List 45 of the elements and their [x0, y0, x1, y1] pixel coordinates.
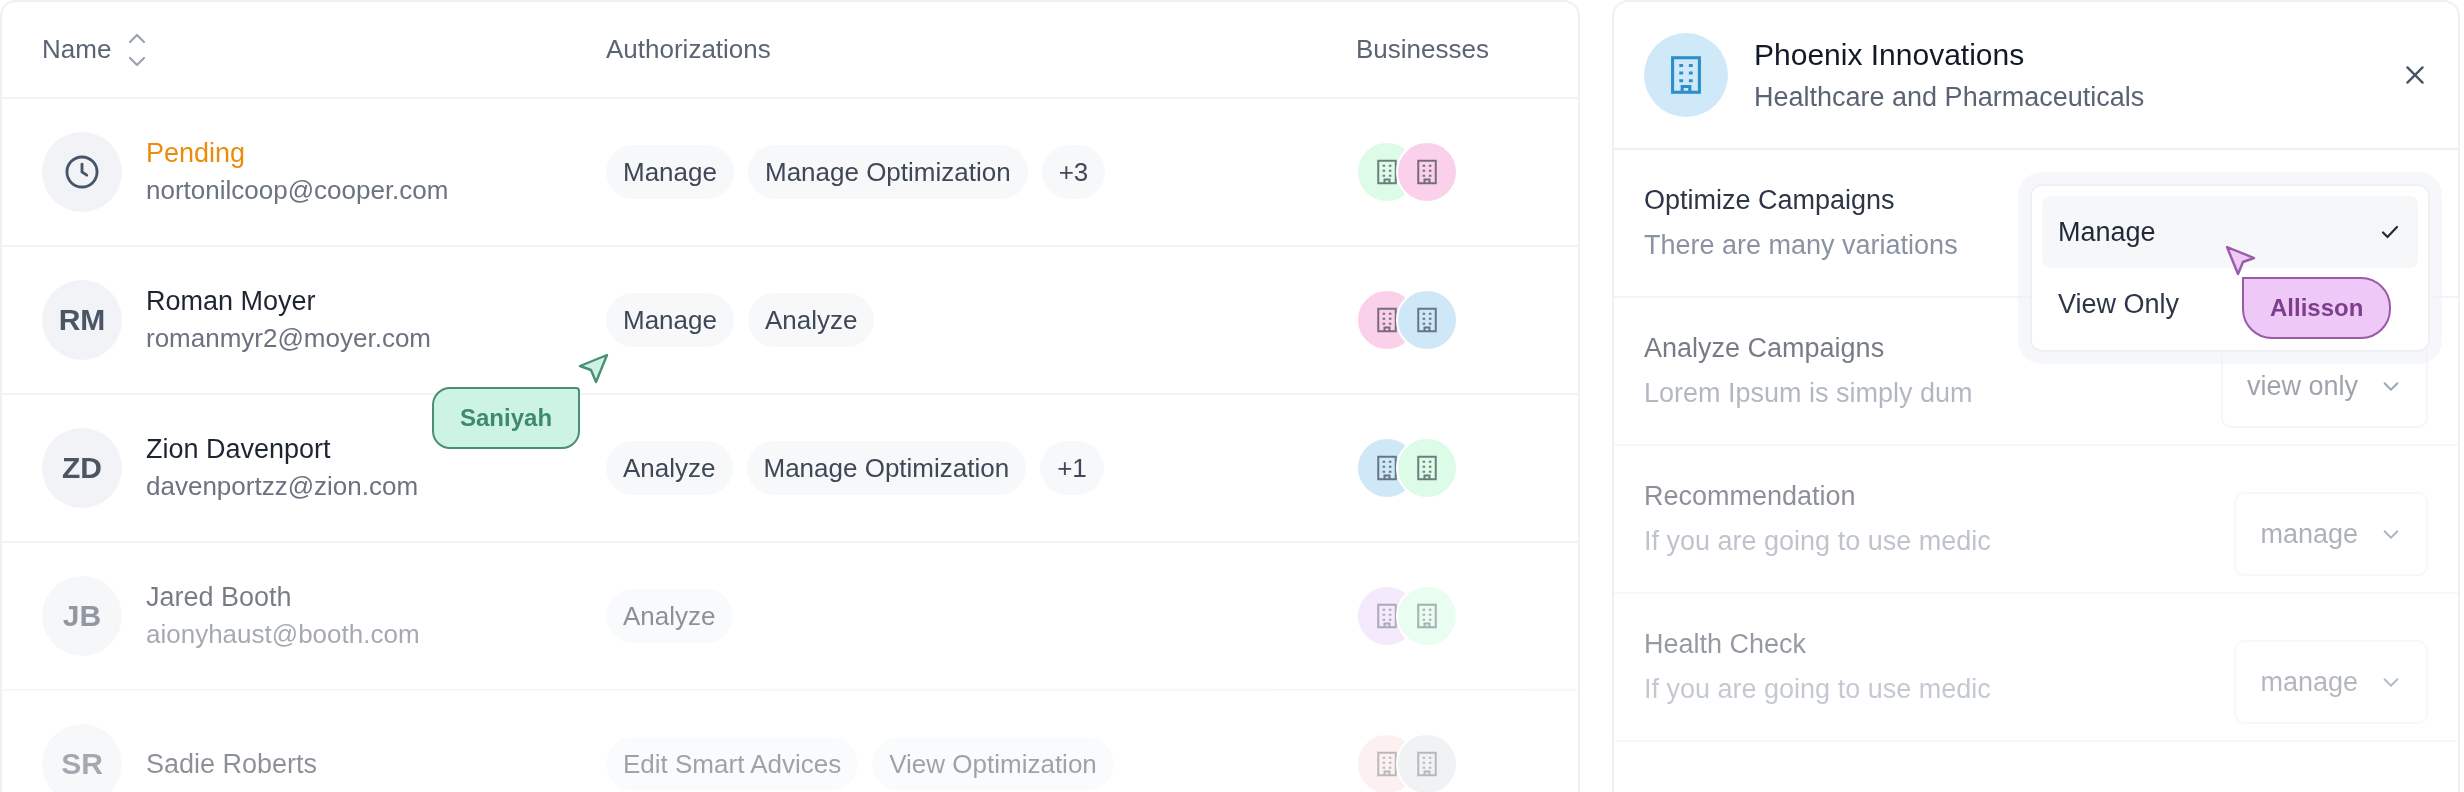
- column-header: Businesses: [1356, 34, 1489, 65]
- user-email: aionyhaust@booth.com: [146, 619, 420, 650]
- authorization-tag: Manage Optimization: [747, 145, 1028, 199]
- authorization-tag: Analyze: [606, 589, 733, 643]
- user-name: Sadie Roberts: [146, 748, 318, 780]
- authorization-tag: +3: [1041, 145, 1106, 199]
- cursor-name-tag: Allisson: [2242, 277, 2392, 339]
- user-name: Roman Moyer: [146, 286, 317, 317]
- permission-title: Optimize Campaigns: [1644, 185, 1896, 216]
- dropdown-option[interactable]: View Only: [2042, 268, 2196, 340]
- cursor-name-tag: Saniyah: [432, 387, 581, 449]
- user-email: nortonilcoop@cooper.com: [146, 175, 449, 206]
- cursor-arrow-icon: [2224, 244, 2258, 278]
- permission-description: If you are going to use medic: [1644, 526, 1991, 557]
- permission-description: Lorem Ipsum is simply dum: [1644, 378, 1973, 409]
- avatar-initials: SR: [42, 724, 122, 792]
- column-header: Authorizations: [606, 34, 771, 65]
- user-name: Zion Davenport: [146, 434, 332, 465]
- authorization-tag: Manage: [606, 293, 734, 347]
- authorization-tag: +1: [1040, 441, 1104, 495]
- authorization-tag: Manage Optimization: [746, 441, 1027, 495]
- permission-title: Analyze Campaigns: [1644, 333, 1886, 364]
- dropdown-option[interactable]: Manage: [2042, 196, 2418, 268]
- user-name: Pending: [146, 138, 247, 169]
- authorization-tag: Manage: [606, 145, 734, 199]
- cursor-arrow-icon: [576, 352, 610, 386]
- user-email: romanmyr2@moyer.com: [146, 323, 431, 354]
- authorization-tag: Analyze: [606, 441, 733, 495]
- business-title: Phoenix Innovations: [1754, 37, 2026, 72]
- authorization-tag: Edit Smart Advices: [606, 737, 859, 791]
- column-header: Name: [42, 34, 112, 65]
- permission-select[interactable]: manage: [2234, 492, 2428, 576]
- user-name: Jared Booth: [146, 582, 293, 613]
- authorization-tag: View Optimization: [872, 737, 1114, 791]
- permission-title: Health Check: [1644, 629, 1808, 660]
- permission-title: Recommendation: [1644, 481, 1857, 512]
- user-email: davenportzz@zion.com: [146, 471, 419, 502]
- authorization-tag: Analyze: [747, 293, 875, 347]
- permission-description: If you are going to use medic: [1644, 674, 1991, 705]
- permission-description: There are many variations: [1644, 230, 1958, 261]
- avatar-initials: RM: [42, 280, 122, 360]
- avatar-initials: ZD: [42, 428, 122, 508]
- business-category: Healthcare and Pharmaceuticals: [1754, 81, 2146, 113]
- permission-select[interactable]: manage: [2234, 640, 2428, 724]
- avatar-initials: JB: [42, 576, 122, 656]
